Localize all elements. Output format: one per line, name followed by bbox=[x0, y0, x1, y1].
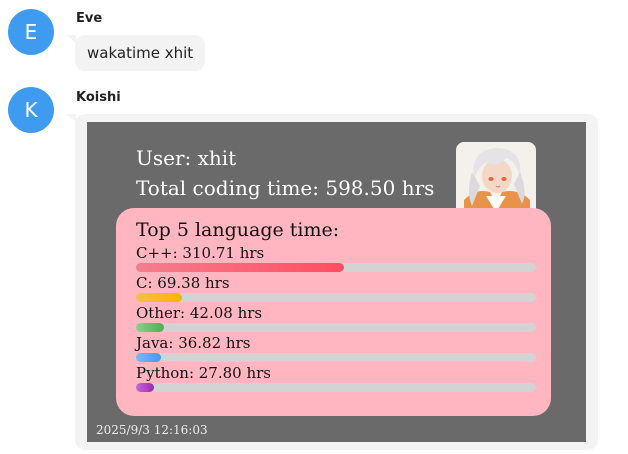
avatar-letter: K bbox=[24, 98, 38, 122]
progress-fill bbox=[136, 293, 183, 302]
panel-title: Top 5 language time: bbox=[136, 219, 340, 241]
progress-fill bbox=[136, 323, 164, 332]
avatar-eve[interactable]: E bbox=[8, 9, 54, 55]
language-row: Python: 27.80 hrs bbox=[136, 365, 536, 392]
progress-track bbox=[136, 353, 536, 362]
language-row: C++: 310.71 hrs bbox=[136, 245, 536, 272]
sender-name-koishi: Koishi bbox=[76, 90, 121, 105]
language-label: Python: 27.80 hrs bbox=[136, 364, 272, 382]
progress-fill bbox=[136, 263, 344, 272]
avatar-koishi[interactable]: K bbox=[8, 87, 54, 133]
avatar-letter: E bbox=[24, 20, 38, 44]
sender-name-eve: Eve bbox=[76, 11, 103, 26]
card-timestamp: 2025/9/3 12:16:03 bbox=[96, 423, 208, 437]
progress-track bbox=[136, 383, 536, 392]
wakatime-card-image[interactable]: User: xhit Total coding time: 598.50 hrs… bbox=[87, 122, 586, 442]
total-coding-time: Total coding time: 598.50 hrs bbox=[136, 176, 435, 200]
progress-track bbox=[136, 263, 536, 272]
language-row: Java: 36.82 hrs bbox=[136, 335, 536, 362]
language-row: Other: 42.08 hrs bbox=[136, 305, 536, 332]
language-time-panel: Top 5 language time: C++: 310.71 hrs C: … bbox=[116, 208, 551, 416]
language-label: Other: 42.08 hrs bbox=[136, 304, 263, 322]
user-line: User: xhit bbox=[136, 146, 237, 170]
progress-fill bbox=[136, 353, 161, 362]
language-label: C: 69.38 hrs bbox=[136, 274, 230, 292]
language-row: C: 69.38 hrs bbox=[136, 275, 536, 302]
progress-track bbox=[136, 293, 536, 302]
progress-track bbox=[136, 323, 536, 332]
language-label: C++: 310.71 hrs bbox=[136, 244, 265, 262]
progress-fill bbox=[136, 383, 155, 392]
message-bubble-eve[interactable]: wakatime xhit bbox=[75, 35, 206, 71]
language-label: Java: 36.82 hrs bbox=[136, 334, 251, 352]
